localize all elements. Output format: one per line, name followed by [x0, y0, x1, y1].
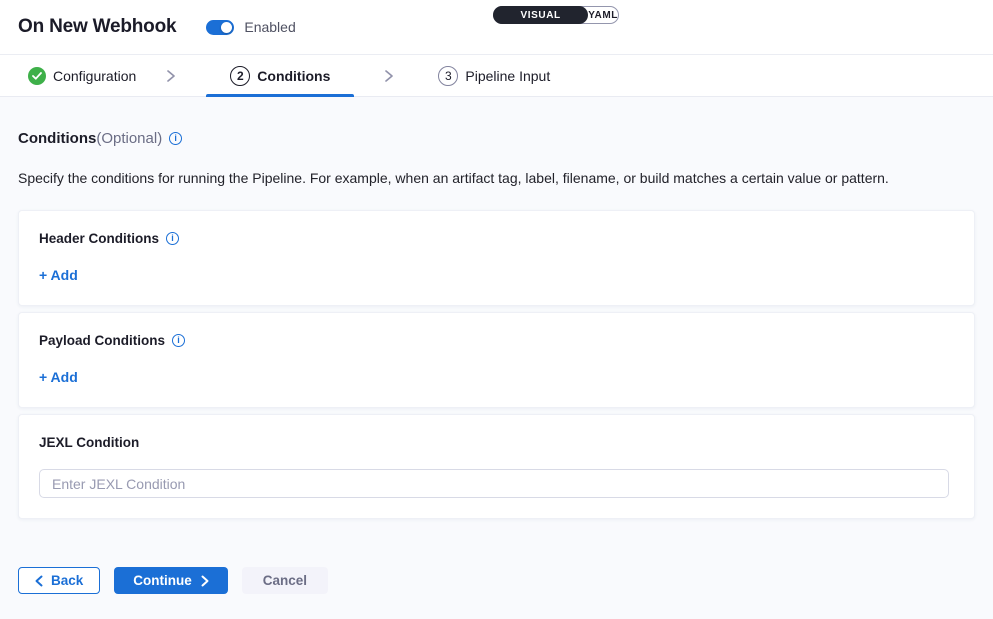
- jexl-condition-title: JEXL Condition: [39, 435, 139, 450]
- stepper-tabbar: Configuration 2 Conditions 3 Pipeline In…: [0, 55, 993, 97]
- tab-pipeline-input[interactable]: 3 Pipeline Input: [438, 55, 550, 96]
- cancel-button[interactable]: Cancel: [242, 567, 328, 594]
- chevron-right-icon: [384, 69, 394, 83]
- check-circle-icon: [28, 67, 46, 85]
- visual-yaml-toggle[interactable]: VISUAL YAML: [493, 6, 619, 24]
- enabled-label: Enabled: [244, 19, 295, 35]
- tab-conditions-label: Conditions: [257, 68, 330, 84]
- payload-conditions-card: Payload Conditions i + Add: [18, 312, 975, 408]
- section-heading: Conditions: [18, 130, 96, 147]
- continue-button[interactable]: Continue: [114, 567, 228, 594]
- tab-pipeline-input-label: Pipeline Input: [465, 68, 550, 84]
- toggle-knob: [221, 22, 232, 33]
- conditions-panel: Conditions (Optional) i Specify the cond…: [0, 97, 993, 594]
- cancel-button-label: Cancel: [263, 573, 307, 588]
- enabled-toggle[interactable]: [206, 20, 234, 35]
- chevron-right-icon: [166, 69, 176, 83]
- tab-conditions[interactable]: 2 Conditions: [206, 55, 354, 96]
- mode-yaml-segment[interactable]: YAML: [588, 7, 618, 23]
- tab-configuration-label: Configuration: [53, 68, 136, 84]
- condition-cards: Header Conditions i + Add Payload Condit…: [18, 210, 975, 519]
- tab-configuration[interactable]: Configuration: [28, 55, 136, 96]
- section-heading-row: Conditions (Optional) i: [18, 130, 975, 147]
- info-icon[interactable]: i: [172, 334, 185, 347]
- step-2-badge: 2: [230, 66, 250, 86]
- payload-conditions-add-button[interactable]: + Add: [39, 369, 78, 385]
- header-conditions-title: Header Conditions: [39, 231, 159, 246]
- info-icon[interactable]: i: [169, 132, 182, 145]
- header-conditions-card: Header Conditions i + Add: [18, 210, 975, 306]
- info-icon[interactable]: i: [166, 232, 179, 245]
- jexl-condition-card: JEXL Condition: [18, 414, 975, 519]
- optional-label: (Optional): [96, 130, 162, 147]
- jexl-condition-input[interactable]: [39, 469, 949, 498]
- chevron-right-icon: [201, 575, 209, 587]
- back-button-label: Back: [51, 573, 83, 588]
- continue-button-label: Continue: [133, 573, 192, 588]
- footer-actions: Back Continue Cancel: [18, 567, 975, 594]
- page-title: On New Webhook: [18, 16, 176, 38]
- section-description: Specify the conditions for running the P…: [18, 170, 975, 186]
- step-3-badge: 3: [438, 66, 458, 86]
- back-button[interactable]: Back: [18, 567, 100, 594]
- header-bar: On New Webhook Enabled VISUAL YAML: [0, 0, 993, 55]
- header-conditions-add-button[interactable]: + Add: [39, 267, 78, 283]
- chevron-left-icon: [35, 575, 43, 587]
- mode-visual-segment[interactable]: VISUAL: [493, 6, 588, 24]
- payload-conditions-title: Payload Conditions: [39, 333, 165, 348]
